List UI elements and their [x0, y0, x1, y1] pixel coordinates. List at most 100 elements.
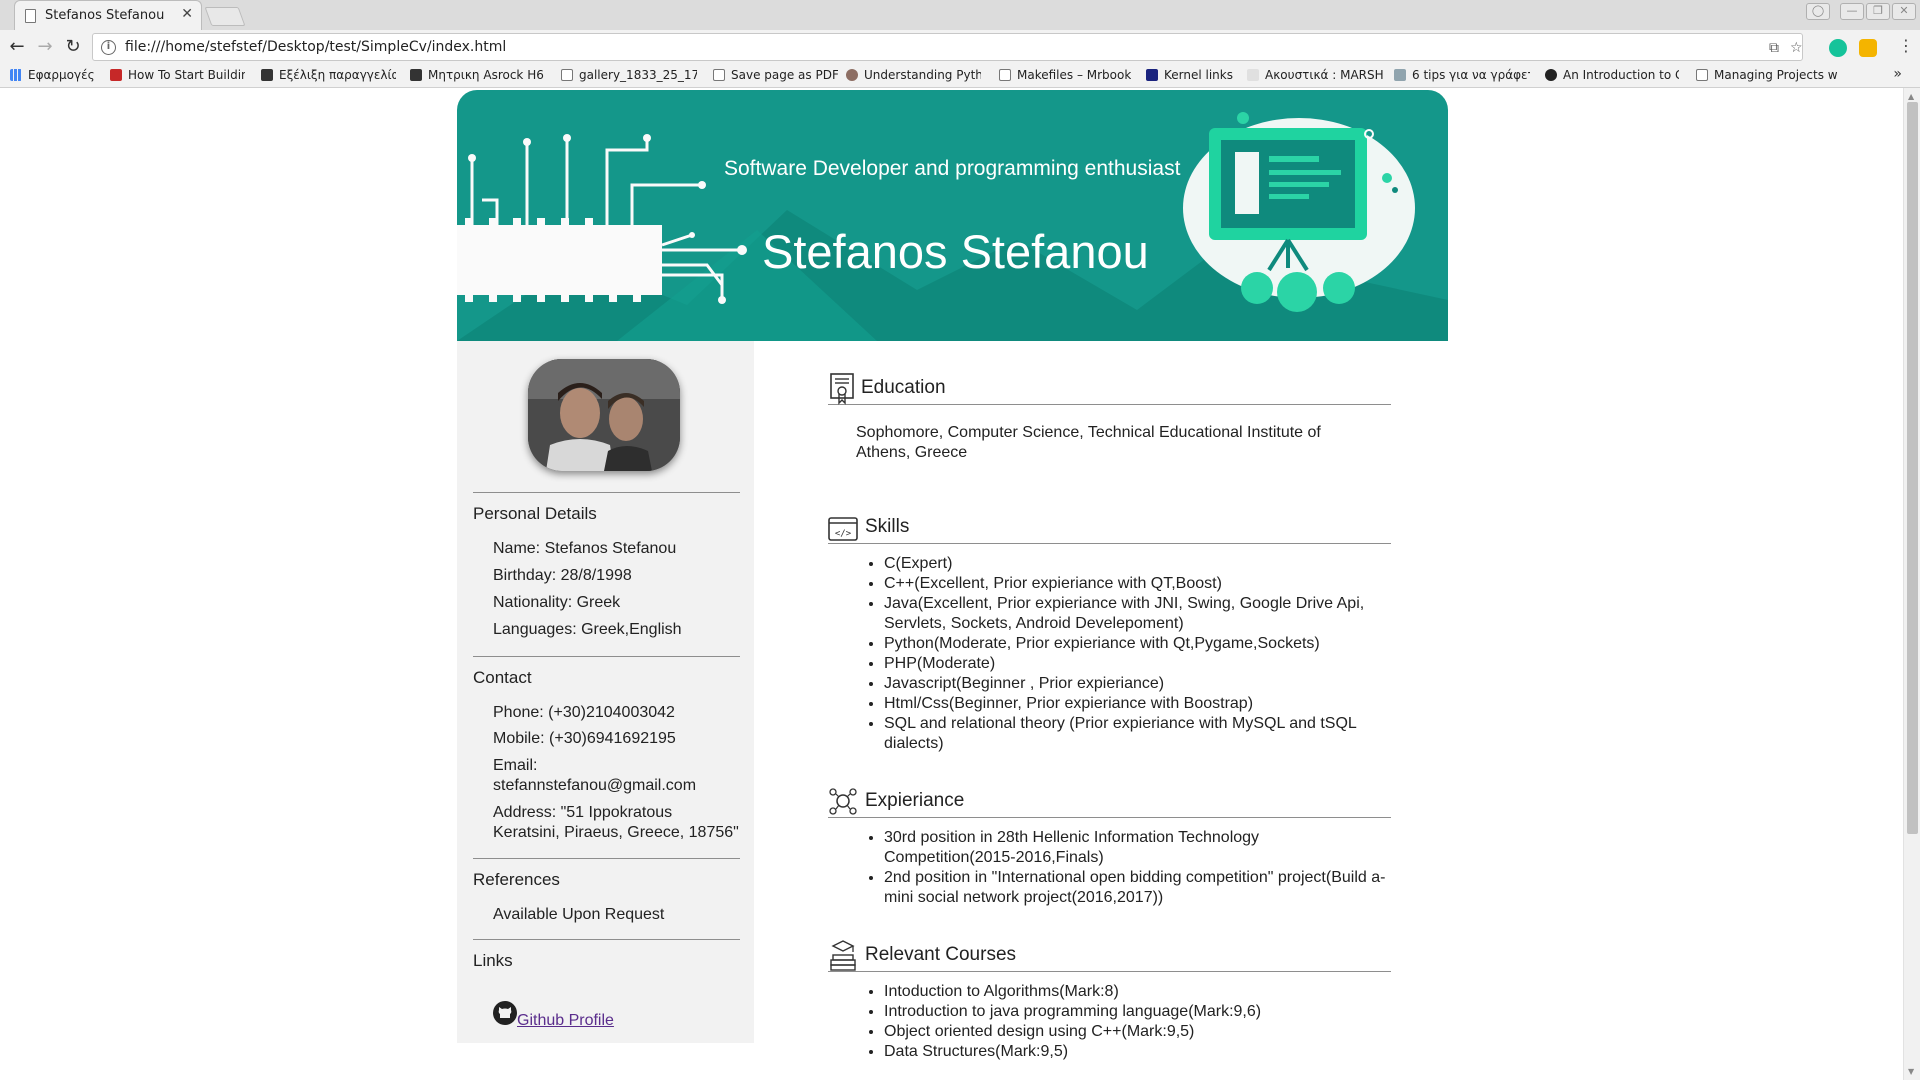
menu-icon[interactable]: ⋮ — [1898, 36, 1914, 55]
info-icon[interactable]: i — [101, 40, 116, 55]
page-icon — [713, 69, 725, 81]
skills-section-header: </> Skills — [828, 510, 1391, 544]
list-item: Object oriented design using C++(Mark:9,… — [884, 1022, 1390, 1042]
courses-list: Intoduction to Algorithms(Mark:8) Introd… — [870, 982, 1390, 1062]
contact-heading: Contact — [473, 668, 532, 687]
education-text: Sophomore, Computer Science, Technical E… — [856, 424, 1321, 461]
references-heading: References — [473, 870, 560, 889]
contact-email-label: Email: — [493, 757, 538, 774]
courses-title: Relevant Courses — [865, 944, 1017, 965]
bookmark-item[interactable]: Εξέλιξη παραγγελία — [261, 68, 396, 84]
divider — [473, 939, 740, 940]
divider — [473, 492, 740, 493]
svg-text:</>: </> — [835, 529, 852, 539]
sidebar: Personal Details Name: Stefanos Stefanou… — [457, 341, 754, 1043]
education-section-header: Education — [828, 371, 1391, 405]
books-icon — [830, 940, 856, 971]
contact-mobile: Mobile: (+30)6941692195 — [493, 730, 676, 747]
url-text: file:///home/stefstef/Desktop/test/Simpl… — [125, 39, 507, 55]
list-item: 30rd position in 28th Hellenic Informati… — [884, 828, 1390, 868]
list-item: C++(Excellent, Prior expieriance with QT… — [884, 574, 1390, 594]
network-people-icon — [829, 788, 857, 815]
browser-tab[interactable]: Stefanos Stefanou ✕ — [14, 0, 202, 30]
education-title: Education — [861, 377, 946, 398]
personal-name: Name: Stefanos Stefanou — [493, 540, 677, 557]
profile-icon[interactable]: ◯ — [1806, 3, 1830, 20]
forward-arrow-icon[interactable]: → — [34, 36, 56, 58]
translate-icon[interactable]: ⧉ — [1769, 40, 1779, 56]
bookmark-favicon-icon — [846, 69, 858, 81]
personal-birthday: Birthday: 28/8/1998 — [493, 567, 632, 584]
bookmark-favicon-icon — [410, 69, 422, 81]
bookmark-item[interactable]: Understanding Pyth — [846, 68, 981, 84]
page-icon — [25, 9, 36, 23]
contact-address: Address: "51 Ippokratous Keratsini, Pira… — [493, 804, 739, 841]
list-item: PHP(Moderate) — [884, 654, 1390, 674]
minimize-button[interactable]: — — [1840, 3, 1864, 20]
restore-button[interactable]: ❐ — [1866, 3, 1890, 20]
bookmark-star-icon[interactable]: ☆ — [1790, 40, 1803, 56]
contact-email: stefannstefanou@gmail.com — [493, 777, 697, 794]
bookmark-item[interactable]: Managing Projects w — [1696, 68, 1838, 84]
github-profile-link[interactable]: Github Profile — [493, 1001, 614, 1030]
vertical-scrollbar[interactable]: ▲ ▼ — [1903, 88, 1920, 1080]
divider — [473, 858, 740, 859]
avatar — [528, 359, 680, 471]
courses-section-header: Relevant Courses — [828, 938, 1391, 972]
bookmark-item[interactable]: Ακουστικά : MARSH — [1247, 68, 1385, 84]
bookmark-item[interactable]: Μητρικη Asrock H6 — [410, 68, 545, 84]
github-link-label: Github Profile — [517, 1012, 614, 1029]
list-item: Data Structures(Mark:9,5) — [884, 1042, 1390, 1062]
list-item: Introduction to java programming languag… — [884, 1002, 1390, 1022]
github-icon — [493, 1001, 517, 1025]
list-item: Html/Css(Beginner, Prior expieriance wit… — [884, 694, 1390, 714]
list-item: Python(Moderate, Prior expieriance with … — [884, 634, 1390, 654]
scroll-down-icon[interactable]: ▼ — [1908, 1067, 1914, 1076]
code-window-icon: </> — [828, 517, 858, 541]
apps-grid-icon — [10, 69, 22, 81]
divider — [473, 656, 740, 657]
bookmark-favicon-icon — [1394, 69, 1406, 81]
main-content: Education Sophomore, Computer Science, T… — [828, 88, 1391, 1080]
amazon-icon — [1545, 69, 1557, 81]
list-item: C(Expert) — [884, 554, 1390, 574]
grammarly-extension-icon[interactable] — [1829, 39, 1847, 57]
scroll-up-icon[interactable]: ▲ — [1908, 92, 1914, 101]
experience-list: 30rd position in 28th Hellenic Informati… — [870, 828, 1390, 908]
bookmark-item[interactable]: 6 tips για να γράφετ — [1394, 68, 1530, 84]
new-tab-button[interactable] — [204, 7, 246, 26]
bookmark-item[interactable]: An Introduction to G — [1545, 68, 1679, 84]
tab-title: Stefanos Stefanou — [45, 8, 165, 23]
personal-nationality: Nationality: Greek — [493, 594, 621, 611]
address-bar[interactable]: i file:///home/stefstef/Desktop/test/Sim… — [92, 33, 1803, 61]
browser-chrome: Stefanos Stefanou ✕ ◯ — ❐ ✕ ← → ↻ i file… — [0, 0, 1920, 88]
list-item: SQL and relational theory (Prior expieri… — [884, 714, 1390, 754]
bookmark-item[interactable]: Save page as PDF — [713, 68, 838, 84]
list-item: Java(Excellent, Prior expieriance with J… — [884, 594, 1390, 634]
bookmark-apps[interactable]: Εφαρμογές — [10, 68, 100, 84]
bookmark-item[interactable]: gallery_1833_25_17: — [561, 68, 697, 84]
bookmark-favicon-icon — [1146, 69, 1158, 81]
links-heading: Links — [473, 951, 513, 970]
bookmarks-bar: Εφαρμογές How To Start Buildin Εξέλιξη π… — [0, 64, 1920, 88]
skills-list: C(Expert) C++(Excellent, Prior expierian… — [870, 554, 1390, 754]
browser-toolbar: ← → ↻ i file:///home/stefstef/Desktop/te… — [0, 30, 1920, 64]
folder-extension-icon[interactable] — [1859, 39, 1877, 57]
experience-section-header: Expieriance — [828, 784, 1391, 818]
references-text: Available Upon Request — [493, 906, 665, 923]
close-window-button[interactable]: ✕ — [1892, 3, 1916, 20]
bookmark-item[interactable]: Makefiles – Mrbook — [999, 68, 1131, 84]
more-bookmarks-icon[interactable]: » — [1893, 66, 1902, 82]
scrollbar-thumb[interactable] — [1907, 102, 1918, 834]
bookmark-item[interactable]: How To Start Buildin — [110, 68, 245, 84]
bookmark-item[interactable]: Kernel links — [1146, 68, 1246, 84]
reload-icon[interactable]: ↻ — [62, 36, 84, 58]
list-item: Javascript(Beginner , Prior expieriance) — [884, 674, 1390, 694]
skills-title: Skills — [865, 516, 910, 537]
page-icon — [1696, 69, 1708, 81]
close-tab-icon[interactable]: ✕ — [181, 6, 193, 22]
profile-photo — [528, 359, 680, 471]
bookmark-favicon-icon — [110, 69, 122, 81]
back-arrow-icon[interactable]: ← — [6, 36, 28, 58]
page-icon — [999, 69, 1011, 81]
